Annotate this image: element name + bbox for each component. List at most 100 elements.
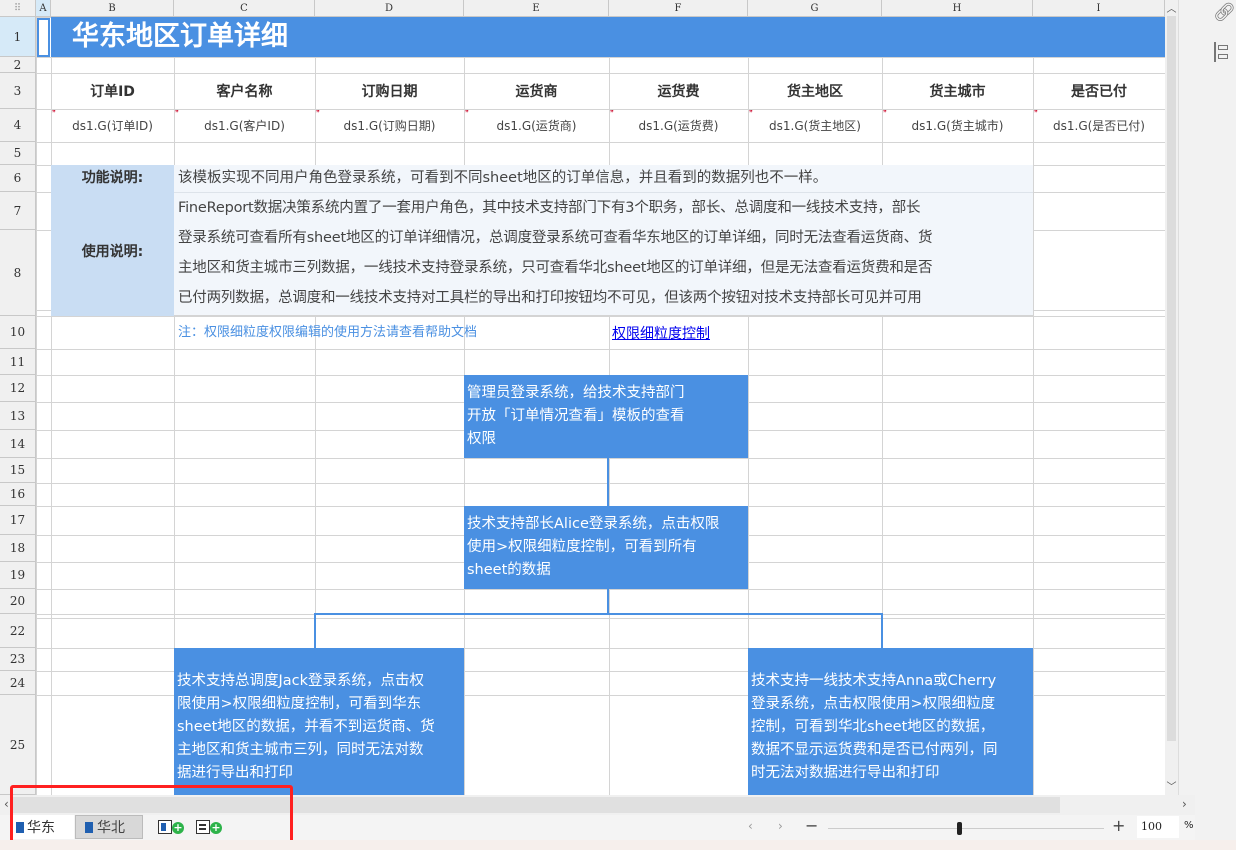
column-title-cell[interactable]: 客户名称 (174, 73, 315, 109)
vertical-scrollbar[interactable]: ︿ ﹀ (1165, 0, 1178, 795)
zoom-unit: % (1184, 820, 1194, 831)
column-title-cell[interactable]: 订购日期 (315, 73, 464, 109)
row-header[interactable]: 25 (0, 695, 36, 795)
row-header[interactable]: 18 (0, 535, 36, 562)
row-header[interactable]: 22 (0, 614, 36, 648)
column-title-cell[interactable]: 是否已付 (1033, 73, 1165, 109)
scroll-thumb[interactable] (1167, 16, 1176, 741)
next-sheet-icon[interactable]: › (778, 819, 783, 833)
window-bottom (0, 840, 1236, 850)
row-header[interactable]: 24 (0, 671, 36, 695)
zoom-out-button[interactable]: − (805, 816, 818, 835)
connector (607, 458, 609, 506)
row-header[interactable]: 6 (0, 165, 36, 192)
data-field-cell[interactable]: ds1.G(运货费) (609, 109, 748, 142)
column-title-cell[interactable]: 运货费 (609, 73, 748, 109)
row-header[interactable]: 8 (0, 230, 36, 316)
flow-step-manager: 技术支持部长Alice登录系统，点击权限 使用>权限细粒度控制，可看到所有 sh… (464, 506, 748, 589)
row-header[interactable]: 15 (0, 458, 36, 483)
row-header[interactable]: 14 (0, 430, 36, 458)
row-header[interactable]: 2 (0, 57, 36, 73)
cell-marker-icon: ❞ (749, 109, 753, 117)
func-label: 功能说明: (81, 170, 144, 186)
data-field-cell[interactable]: ds1.G(订单ID) (51, 109, 174, 142)
scroll-right-icon[interactable]: › (1182, 797, 1187, 811)
zoom-slider-thumb[interactable] (957, 822, 962, 835)
grid-line (36, 57, 1165, 58)
column-header[interactable]: D (315, 0, 464, 17)
cell-marker-icon: ❞ (465, 109, 469, 117)
column-title-cell[interactable]: 订单ID (51, 73, 174, 109)
help-note: 注：权限细粒度权限编辑的使用方法请查看帮助文档 (178, 325, 478, 340)
connector (314, 613, 883, 615)
select-all-corner[interactable]: ⠿ (0, 0, 36, 17)
data-field-cell[interactable]: ds1.G(订购日期) (315, 109, 464, 142)
column-title-cell[interactable]: 运货商 (464, 73, 609, 109)
row-header[interactable]: 16 (0, 483, 36, 506)
row-header[interactable]: 23 (0, 648, 36, 671)
column-header[interactable]: F (609, 0, 748, 17)
selected-cell-a1[interactable] (37, 18, 50, 57)
column-header[interactable]: E (464, 0, 609, 17)
zoom-input[interactable]: 100 (1137, 816, 1179, 838)
row-header[interactable]: 20 (0, 589, 36, 614)
right-panel: 🔗︎ (1178, 0, 1236, 850)
data-field-cell[interactable]: ds1.G(客户ID) (174, 109, 315, 142)
cell-marker-icon: ❞ (1034, 109, 1038, 117)
row-header[interactable]: 4 (0, 109, 36, 142)
cell-marker-icon: ❞ (175, 109, 179, 117)
cell-marker-icon: ❞ (610, 109, 614, 117)
prev-sheet-icon[interactable]: ‹ (748, 819, 753, 833)
hidden-row-line (0, 618, 1165, 619)
link-icon[interactable]: 🔗︎ (1213, 2, 1236, 23)
row-header[interactable]: 19 (0, 562, 36, 589)
row-header[interactable]: 3 (0, 73, 36, 109)
column-header[interactable]: C (174, 0, 315, 17)
zoom-in-button[interactable]: + (1112, 816, 1125, 835)
data-field-cell[interactable]: ds1.G(货主地区) (748, 109, 882, 142)
flow-step-frontline: 技术支持一线技术支持Anna或Cherry 登录系统，点击权限使用>权限细粒度 … (748, 648, 1033, 795)
scroll-down-icon[interactable]: ﹀ (1165, 778, 1178, 793)
row-header[interactable]: 1 (0, 17, 36, 57)
column-title-cell[interactable]: 货主城市 (882, 73, 1033, 109)
usage-text: FineReport数据决策系统内置了一套用户角色，其中技术支持部门下有3个职务… (178, 200, 933, 306)
cell-marker-icon: ❞ (883, 109, 887, 117)
connector (881, 613, 883, 648)
row-header[interactable]: 5 (0, 142, 36, 165)
scroll-left-icon[interactable]: ‹ (4, 797, 9, 811)
column-header[interactable]: B (51, 0, 174, 17)
row-header[interactable]: 13 (0, 402, 36, 430)
func-text: 该模板实现不同用户角色登录系统，可看到不同sheet地区的订单信息，并且看到的数… (178, 170, 828, 186)
tree-icon[interactable] (1214, 42, 1230, 62)
permission-link[interactable]: 权限细粒度控制 (612, 316, 710, 349)
cell-marker-icon: ❞ (316, 109, 320, 117)
connector (314, 613, 316, 648)
row-header[interactable]: 7 (0, 192, 36, 230)
flow-step-dispatcher: 技术支持总调度Jack登录系统，点击权 限使用>权限细粒度控制，可看到华东 sh… (174, 648, 464, 795)
column-header[interactable]: I (1033, 0, 1165, 17)
column-header[interactable]: H (882, 0, 1033, 17)
connector (607, 589, 609, 614)
grid-line (36, 17, 37, 795)
zoom-slider[interactable] (828, 822, 1104, 835)
column-header[interactable]: A (36, 0, 51, 17)
report-title: 华东地区订单详细 (72, 21, 288, 52)
column-header[interactable]: G (748, 0, 882, 17)
data-field-cell[interactable]: ds1.G(是否已付) (1033, 109, 1165, 142)
grid-line (36, 458, 1165, 459)
cell-marker-icon: ❞ (52, 109, 56, 117)
grid-line (36, 349, 1165, 350)
data-field-cell[interactable]: ds1.G(货主城市) (882, 109, 1033, 142)
usage-label: 使用说明: (81, 244, 144, 260)
row-header[interactable]: 12 (0, 375, 36, 402)
tab-highlight-box (10, 785, 293, 846)
grid-line (36, 142, 1165, 143)
scroll-up-icon[interactable]: ︿ (1165, 0, 1178, 15)
row-header[interactable]: 10 (0, 316, 36, 349)
column-title-cell[interactable]: 货主地区 (748, 73, 882, 109)
row-header[interactable]: 11 (0, 349, 36, 375)
data-field-cell[interactable]: ds1.G(运货商) (464, 109, 609, 142)
grid-line (36, 589, 1165, 590)
grid-line (36, 483, 1165, 484)
row-header[interactable]: 17 (0, 506, 36, 535)
